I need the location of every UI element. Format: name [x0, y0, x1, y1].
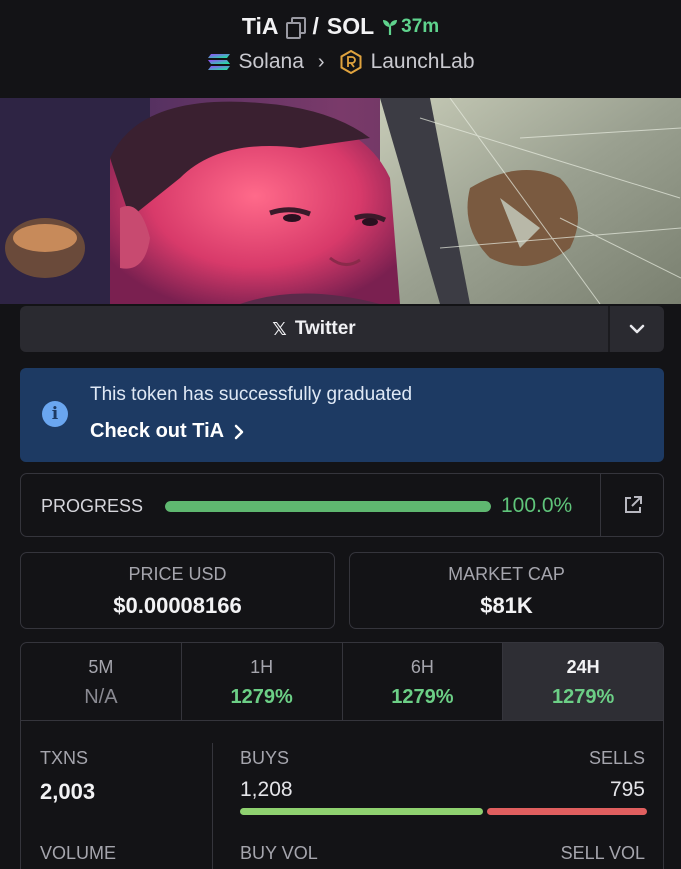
x-logo-icon: 𝕏	[272, 318, 287, 339]
more-links-dropdown[interactable]	[608, 306, 664, 352]
tab-24h[interactable]: 24H 1279%	[503, 643, 663, 720]
timeframe-tabs: 5M N/A 1H 1279% 6H 1279% 24H 1279%	[20, 642, 664, 721]
external-link-button[interactable]	[601, 474, 664, 536]
copy-icon[interactable]	[286, 16, 307, 39]
tab-change-value: N/A	[84, 686, 118, 708]
check-out-link[interactable]: Check out TiA	[90, 420, 244, 443]
chevron-right-icon	[234, 424, 244, 439]
bonding-progress: PROGRESS 100.0%	[20, 473, 664, 537]
tab-change-value: 1279%	[391, 686, 454, 708]
social-links-bar: 𝕏 Twitter	[20, 306, 664, 352]
volume-label: VOLUME	[40, 843, 117, 863]
market-cap-card: MARKET CAP $81K	[349, 552, 664, 629]
check-out-label: Check out TiA	[90, 420, 225, 442]
market-cap-label: MARKET CAP	[448, 564, 565, 584]
buy-sell-ratio-bar	[240, 808, 647, 815]
progress-value: 100.0%	[501, 494, 573, 517]
tab-label: 1H	[250, 657, 274, 677]
pair-title: TiA / SOL 37m	[0, 13, 681, 40]
transactions-panel: TXNS 2,003 BUYS 1,208 SELLS 795 VOLUME B…	[20, 721, 664, 869]
sell-ratio-fill	[487, 808, 647, 815]
price-usd-card: PRICE USD $0.00008166	[20, 552, 335, 629]
tab-label: 6H	[410, 657, 434, 677]
price-usd-label: PRICE USD	[128, 564, 227, 584]
launchlab-icon	[340, 50, 362, 74]
tab-5m[interactable]: 5M N/A	[21, 643, 182, 720]
tab-change-value: 1279%	[230, 686, 293, 708]
breadcrumb: Solana › LaunchLab	[0, 50, 681, 74]
chevron-down-icon	[629, 324, 645, 334]
token-banner-image	[0, 98, 681, 304]
alert-message: This token has successfully graduated	[90, 384, 413, 405]
tab-label: 24H	[566, 657, 600, 677]
tab-1h[interactable]: 1H 1279%	[182, 643, 343, 720]
quote-token-symbol: SOL	[326, 13, 375, 39]
base-token-symbol: TiA	[241, 13, 279, 39]
buys-label: BUYS	[240, 748, 290, 768]
chain-link[interactable]: Solana	[239, 50, 304, 74]
buy-ratio-fill	[240, 808, 484, 815]
external-link-icon	[624, 496, 642, 513]
dex-link[interactable]: LaunchLab	[371, 50, 475, 74]
sell-vol-label: SELL VOL	[560, 843, 645, 863]
twitter-label: Twitter	[294, 318, 356, 339]
price-usd-value: $0.00008166	[113, 593, 242, 618]
banner-photo	[0, 98, 681, 304]
pair-separator: /	[312, 13, 319, 39]
tab-change-value: 1279%	[551, 686, 615, 708]
buy-vol-label: BUY VOL	[240, 843, 318, 863]
twitter-button[interactable]: 𝕏 Twitter	[20, 306, 608, 352]
chevron-right-icon: ›	[317, 50, 325, 73]
solana-icon	[207, 54, 230, 70]
info-icon: i	[42, 401, 68, 427]
graduated-alert: i This token has successfully graduated …	[20, 368, 664, 462]
sells-value: 795	[609, 778, 645, 801]
tab-6h[interactable]: 6H 1279%	[343, 643, 504, 720]
sprout-icon	[383, 19, 398, 35]
market-cap-value: $81K	[480, 593, 533, 618]
tab-label: 5M	[88, 657, 114, 677]
txns-label: TXNS	[40, 748, 89, 768]
pair-header: TiA / SOL 37m Solana › LaunchLab	[0, 0, 681, 98]
sells-label: SELLS	[588, 748, 645, 768]
buys-value: 1,208	[240, 778, 293, 801]
divider	[212, 743, 213, 869]
progress-label: PROGRESS	[41, 496, 144, 516]
age-text: 37m	[401, 15, 440, 37]
progress-bar	[165, 501, 491, 512]
progress-bar-fill	[165, 501, 491, 512]
pair-age: 37m	[382, 16, 439, 38]
txns-value: 2,003	[40, 779, 96, 804]
